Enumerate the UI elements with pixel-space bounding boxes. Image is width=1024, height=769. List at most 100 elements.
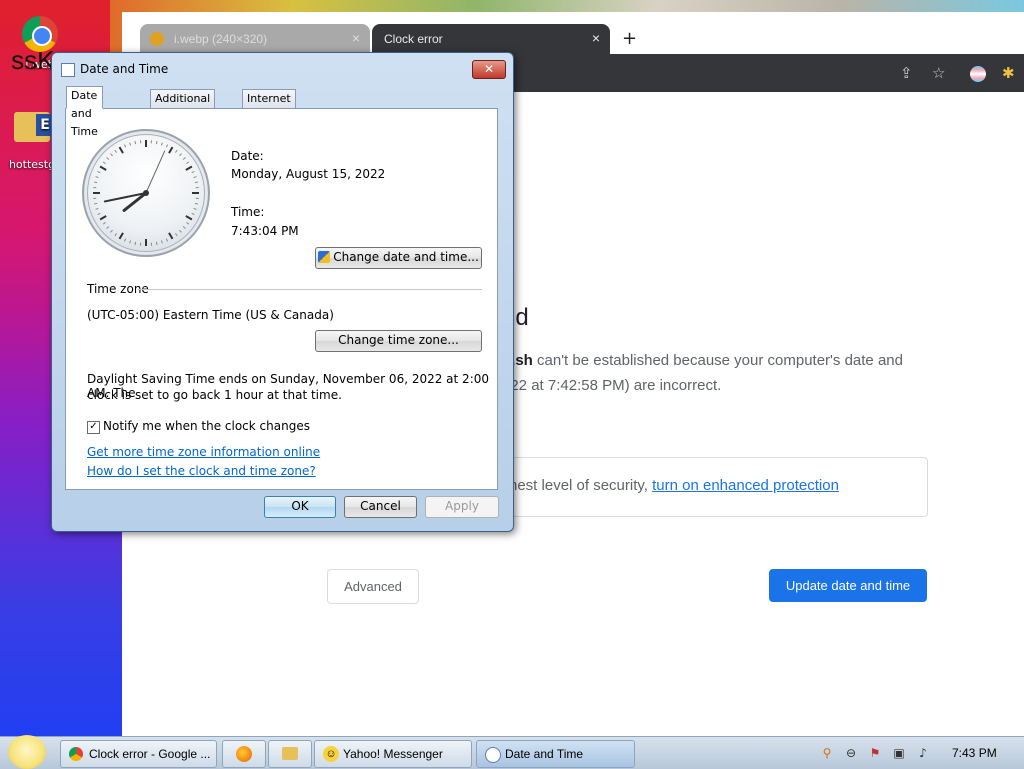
clock-tick bbox=[130, 143, 131, 146]
clock-tick bbox=[186, 162, 188, 164]
clock-tick bbox=[135, 242, 136, 245]
folder-icon bbox=[14, 112, 50, 142]
clock-tick bbox=[98, 213, 101, 214]
clock-tick bbox=[107, 226, 109, 228]
clock-tick bbox=[183, 226, 185, 228]
error-description-line1: p.sh can't be established because your c… bbox=[502, 352, 903, 369]
analog-clock bbox=[82, 129, 210, 257]
search-icon[interactable]: ⚲ bbox=[820, 746, 834, 760]
clock-tick bbox=[96, 177, 99, 178]
clock-tick bbox=[96, 208, 99, 209]
clock-tick bbox=[103, 162, 105, 164]
close-tab-icon[interactable]: × bbox=[352, 30, 360, 46]
security-prefix: hest level of security, bbox=[509, 477, 652, 494]
change-date-time-label: Change date and time... bbox=[333, 250, 479, 264]
taskbar-date-time[interactable]: Date and Time bbox=[476, 740, 635, 768]
notify-label: Notify me when the clock changes bbox=[103, 419, 310, 433]
how-set-clock-link[interactable]: How do I set the clock and time zone? bbox=[87, 464, 316, 478]
share-icon[interactable]: ⇪ bbox=[900, 64, 913, 82]
more-timezone-info-link[interactable]: Get more time zone information online bbox=[87, 445, 320, 459]
tab-additional-clocks[interactable]: Additional Clocks bbox=[150, 89, 215, 109]
clock-tick bbox=[115, 233, 117, 235]
clock-tick bbox=[156, 141, 157, 144]
clock-tick bbox=[186, 216, 192, 220]
clock-tick bbox=[195, 203, 198, 204]
close-tab-icon[interactable]: × bbox=[592, 30, 600, 46]
change-time-zone-button[interactable]: Change time zone... bbox=[315, 330, 482, 352]
taskbar-label: Yahoo! Messenger bbox=[343, 741, 443, 767]
tab-internet-time[interactable]: Internet Time bbox=[242, 89, 296, 109]
clock-tick bbox=[98, 171, 101, 172]
clock-tick bbox=[194, 208, 197, 209]
network-icon[interactable]: ▣ bbox=[892, 746, 906, 760]
tab-date-and-time[interactable]: Date and Time bbox=[66, 86, 103, 109]
tab-clock-error[interactable]: Clock error × bbox=[372, 24, 610, 54]
time-value: 7:43:04 PM bbox=[231, 224, 299, 238]
taskbar-explorer[interactable] bbox=[268, 740, 312, 768]
date-time-panel: Date: Monday, August 15, 2022 Time: 7:43… bbox=[65, 108, 498, 490]
timezone-divider bbox=[138, 289, 482, 290]
clock-tick bbox=[169, 233, 173, 239]
clock-tick bbox=[192, 213, 195, 214]
close-icon[interactable]: ✕ bbox=[472, 60, 506, 79]
flag-icon[interactable]: ⚑ bbox=[868, 746, 882, 760]
tab-title: i.webp (240×320) bbox=[174, 32, 267, 46]
clock-tick bbox=[115, 150, 117, 152]
calendar-clock-icon bbox=[61, 63, 75, 77]
clock-tick bbox=[120, 233, 124, 239]
clock-tick bbox=[124, 145, 125, 148]
change-date-time-button[interactable]: Change date and time... bbox=[315, 247, 482, 269]
clock-tick bbox=[175, 233, 177, 235]
enhanced-protection-link[interactable]: turn on enhanced protection bbox=[652, 477, 839, 494]
new-tab-button[interactable]: + bbox=[622, 28, 637, 49]
notify-checkbox[interactable]: ✓ bbox=[87, 421, 100, 434]
chrome-icon bbox=[22, 16, 58, 52]
taskbar: Clock error - Google ... ☺ Yahoo! Messen… bbox=[0, 736, 1024, 769]
clock-tick bbox=[94, 182, 97, 183]
clock-tick bbox=[183, 158, 185, 160]
uac-shield-icon bbox=[318, 251, 330, 263]
profile-avatar-icon[interactable] bbox=[970, 66, 986, 82]
date-value: Monday, August 15, 2022 bbox=[231, 167, 385, 181]
tab-image[interactable]: i.webp (240×320) × bbox=[140, 24, 370, 54]
firefox-icon bbox=[236, 746, 252, 762]
apply-button[interactable]: Apply bbox=[425, 496, 499, 518]
dst-text-line2: clock is set to go back 1 hour at that t… bbox=[87, 388, 342, 402]
taskbar-firefox[interactable] bbox=[222, 740, 266, 768]
volume-icon[interactable]: ♪ bbox=[916, 746, 930, 760]
cancel-button[interactable]: Cancel bbox=[344, 496, 417, 518]
minus-circle-icon[interactable]: ⊖ bbox=[844, 746, 858, 760]
clock-tick bbox=[130, 241, 131, 244]
tab-title: Clock error bbox=[384, 32, 443, 46]
clock-tick bbox=[179, 154, 181, 156]
advanced-button[interactable]: Advanced bbox=[327, 569, 419, 604]
clock-tick bbox=[195, 182, 198, 183]
clock-tick bbox=[103, 222, 105, 224]
clock-tick bbox=[120, 147, 124, 153]
chrome-icon bbox=[69, 747, 83, 761]
clock-tick bbox=[161, 241, 162, 244]
clock-tick bbox=[156, 242, 157, 245]
dialog-title: Date and Time bbox=[80, 62, 168, 76]
taskbar-yahoo-messenger[interactable]: ☺ Yahoo! Messenger bbox=[314, 740, 472, 768]
security-text: hest level of security, turn on enhanced… bbox=[509, 477, 839, 494]
clock-tick bbox=[100, 167, 106, 171]
taskbar-clock[interactable]: 7:43 PM bbox=[952, 746, 997, 760]
taskbar-label: Date and Time bbox=[505, 741, 583, 767]
clock-tick bbox=[194, 177, 197, 178]
start-button[interactable] bbox=[8, 735, 46, 769]
taskbar-chrome[interactable]: Clock error - Google ... bbox=[60, 740, 217, 768]
ok-button[interactable]: OK bbox=[264, 496, 336, 518]
extensions-icon[interactable]: ✱ bbox=[1002, 64, 1015, 82]
update-date-time-button[interactable]: Update date and time bbox=[769, 569, 927, 602]
smiley-icon: ☺ bbox=[323, 746, 339, 762]
clock-tick bbox=[135, 141, 136, 144]
clock-tick bbox=[166, 239, 167, 242]
bookmark-star-icon[interactable]: ☆ bbox=[932, 64, 945, 82]
clock-tick bbox=[100, 216, 106, 220]
clock-center bbox=[143, 190, 149, 196]
time-label: Time: bbox=[231, 205, 264, 219]
second-hand bbox=[146, 151, 165, 193]
error-description-text: can't be established because your comput… bbox=[533, 352, 903, 369]
taskbar-label: Clock error - Google ... bbox=[89, 741, 210, 767]
